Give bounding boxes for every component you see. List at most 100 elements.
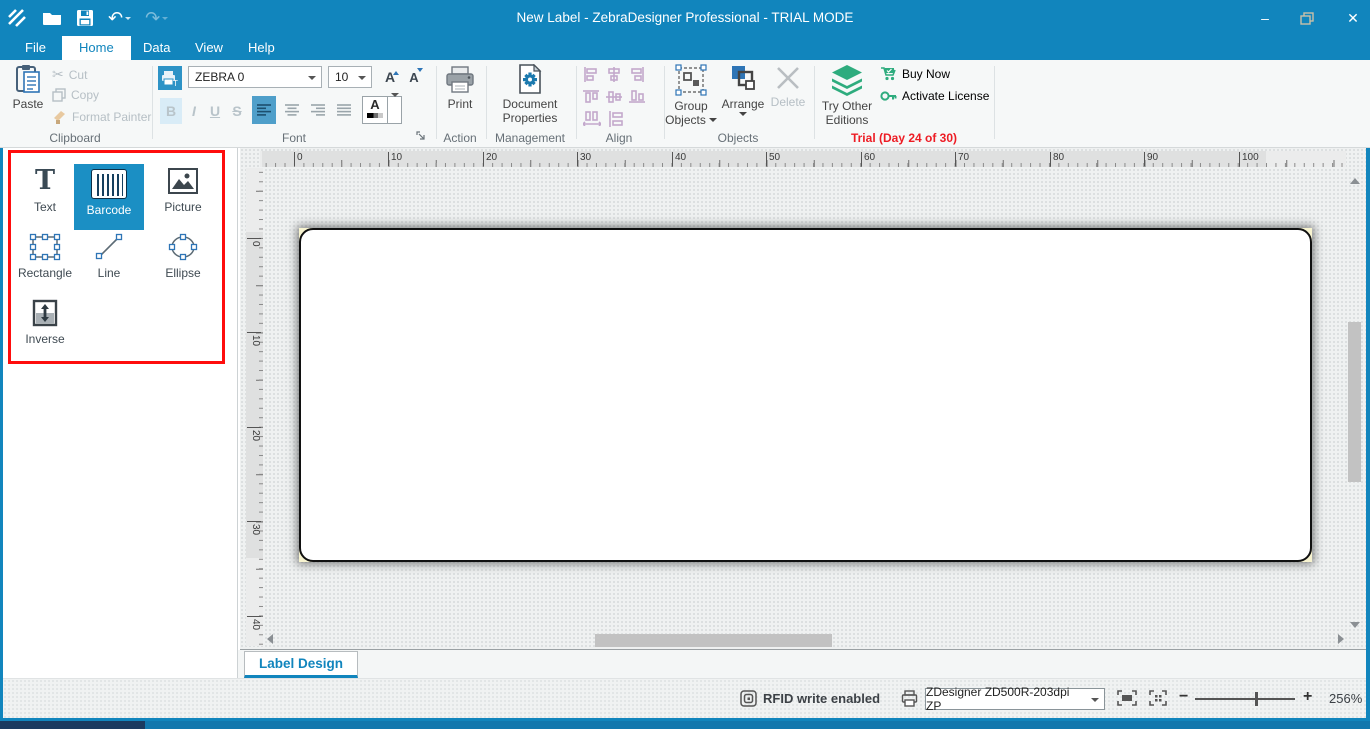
tool-text-label: Text [34, 200, 56, 214]
ellipse-tool-icon [166, 232, 200, 262]
underline-button[interactable]: U [205, 98, 225, 124]
buy-now-label: Buy Now [902, 67, 950, 81]
design-canvas[interactable]: 0 10 20 30 40 50 60 70 80 90 100 0 10 20… [240, 148, 1366, 650]
inverse-tool-icon [29, 298, 61, 328]
copy-button[interactable]: Copy [52, 88, 99, 102]
font-name-combo[interactable]: ZEBRA 0 [188, 66, 322, 88]
strikethrough-label: S [232, 103, 241, 119]
align-objects-left-icon[interactable] [583, 67, 599, 82]
grow-font-button[interactable]: A [380, 66, 400, 88]
align-right-button[interactable] [306, 96, 330, 124]
delete-button[interactable]: Delete [768, 64, 808, 109]
paste-button[interactable]: Paste [6, 64, 50, 111]
align-objects-bottom-icon[interactable] [629, 89, 645, 104]
tool-rectangle[interactable]: Rectangle [10, 230, 80, 292]
zoom-slider-handle[interactable] [1255, 692, 1258, 706]
shrink-font-button[interactable]: A [404, 66, 424, 88]
distribute-horizontal-icon[interactable] [583, 111, 601, 126]
hruler-label: 80 [1050, 152, 1064, 166]
font-group-label: Font [155, 131, 433, 145]
distribute-vertical-icon[interactable] [608, 111, 624, 127]
tool-line[interactable]: Line [74, 230, 144, 292]
scroll-right-arrow[interactable] [1338, 634, 1349, 644]
font-name-value: ZEBRA 0 [189, 70, 305, 84]
clipboard-group-label: Clipboard [0, 131, 150, 145]
group-objects-label-1: Group [674, 99, 707, 113]
try-other-editions-button[interactable]: Try Other Editions [820, 64, 874, 127]
zoom-out-button[interactable]: − [1179, 688, 1188, 706]
font-name-dropdown-icon[interactable] [308, 76, 316, 84]
ribbon: Paste ✂ Cut Copy Format Painter Clipboar… [0, 60, 1370, 148]
zoom-slider-track[interactable] [1195, 698, 1295, 700]
align-objects-right-icon[interactable] [629, 67, 645, 82]
hruler-label: 0 [294, 152, 303, 166]
restore-button[interactable] [1300, 12, 1318, 25]
tool-inverse[interactable]: Inverse [10, 296, 80, 358]
activate-license-button[interactable]: Activate License [880, 89, 989, 103]
vruler-label: 10 [247, 332, 261, 346]
zoom-in-button[interactable]: + [1303, 688, 1312, 706]
italic-label: I [192, 103, 196, 119]
align-justify-button[interactable] [332, 96, 356, 124]
align-objects-middle-icon[interactable] [606, 89, 622, 104]
rfid-status[interactable]: RFID write enabled [740, 690, 880, 707]
window-title: New Label - ZebraDesigner Professional -… [0, 0, 1370, 36]
key-icon [880, 89, 897, 103]
arrange-button[interactable]: Arrange [720, 64, 766, 120]
cut-button[interactable]: ✂ Cut [52, 66, 87, 83]
svg-text:T: T [173, 79, 178, 86]
document-properties-button[interactable]: Document Properties [492, 64, 568, 125]
ribbon-tabs: File Home Data View Help [0, 36, 1370, 60]
buy-now-button[interactable]: Buy Now [880, 66, 950, 81]
close-button[interactable]: ✕ [1344, 10, 1362, 27]
font-size-dropdown-icon[interactable] [358, 76, 366, 84]
zoom-to-objects-button[interactable] [1149, 690, 1167, 706]
scroll-down-arrow[interactable] [1350, 622, 1360, 633]
printer-font-toggle[interactable]: T [158, 66, 182, 90]
vruler-label: 30 [247, 521, 261, 535]
try-other-editions-label-2: Editions [826, 113, 869, 127]
activate-license-label: Activate License [902, 89, 989, 103]
vertical-scrollbar-thumb[interactable] [1348, 322, 1361, 482]
print-button[interactable]: Print [440, 66, 480, 111]
align-objects-top-icon[interactable] [583, 89, 599, 104]
printer-select[interactable]: ZDesigner ZD500R-203dpi ZP [925, 688, 1105, 710]
align-group-label: Align [576, 131, 662, 145]
italic-button[interactable]: I [185, 98, 203, 124]
rfid-icon [740, 690, 757, 707]
scroll-left-arrow[interactable] [262, 634, 273, 644]
arrange-caret-icon [739, 112, 747, 120]
zoom-to-label-button[interactable] [1117, 690, 1137, 706]
align-objects-center-icon[interactable] [606, 67, 622, 82]
strikethrough-button[interactable]: S [227, 98, 247, 124]
font-color-dropdown[interactable] [387, 97, 401, 123]
label-surface[interactable] [299, 228, 1312, 562]
scroll-up-arrow[interactable] [1350, 173, 1360, 184]
vruler-label: 40 [247, 616, 261, 630]
vruler-label: 20 [247, 427, 261, 441]
align-left-button[interactable] [252, 96, 276, 124]
font-size-combo[interactable]: 10 [328, 66, 372, 88]
horizontal-scrollbar-thumb[interactable] [595, 634, 832, 647]
cut-label: Cut [69, 68, 88, 82]
minimize-button[interactable]: – [1256, 10, 1274, 26]
format-painter-button[interactable]: Format Painter [52, 110, 151, 124]
printer-select-caret-icon [1091, 698, 1099, 706]
shrink-caret-icon [417, 68, 423, 75]
tab-label-design[interactable]: Label Design [244, 651, 358, 678]
tab-file[interactable]: File [8, 36, 63, 60]
bold-button[interactable]: B [160, 98, 182, 124]
tab-help[interactable]: Help [231, 36, 292, 60]
window-border-left [0, 148, 3, 718]
tool-ellipse[interactable]: Ellipse [148, 230, 218, 292]
tool-barcode[interactable]: Barcode [74, 164, 144, 230]
tool-picture[interactable]: Picture [148, 164, 218, 226]
grow-caret-icon [393, 68, 399, 75]
align-center-button[interactable] [280, 96, 304, 124]
action-group-label: Action [436, 131, 484, 145]
font-color-label: A [363, 97, 387, 113]
tab-home[interactable]: Home [62, 36, 131, 60]
font-color-button[interactable]: A [362, 96, 402, 124]
tool-text[interactable]: T Text [10, 164, 80, 226]
group-objects-button[interactable]: Group Objects [668, 64, 714, 127]
